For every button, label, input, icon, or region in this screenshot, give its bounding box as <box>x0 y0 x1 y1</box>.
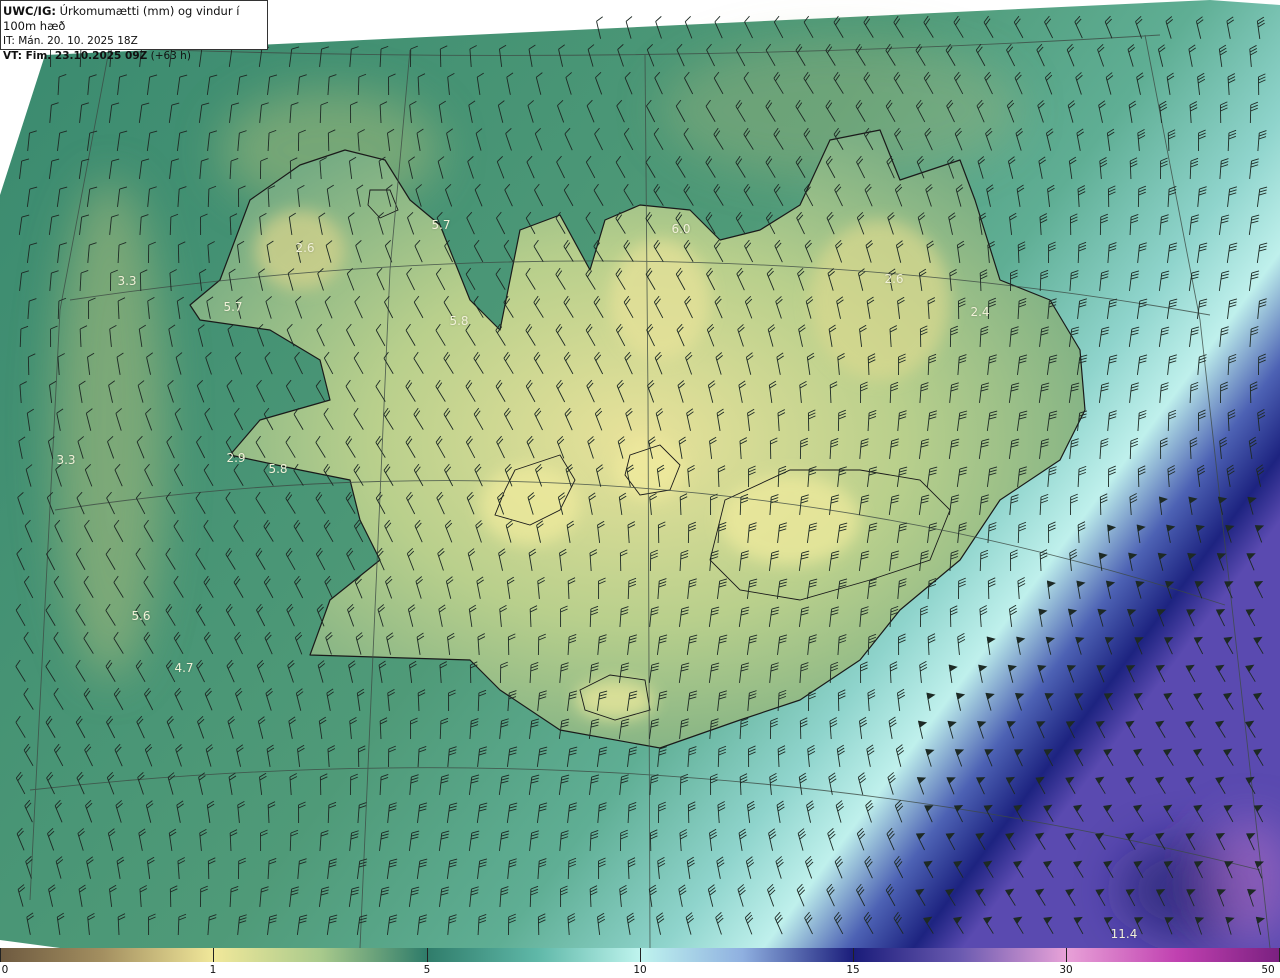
map-value-label: 6.0 <box>671 222 691 236</box>
map-value-label: 2.6 <box>295 241 315 255</box>
colorbar-tick: 0 <box>1 964 9 976</box>
map-value-label: 2.6 <box>884 272 904 286</box>
map-value-label: 4.7 <box>174 661 194 675</box>
map-value-label: 5.7 <box>223 300 243 314</box>
valid-time: VT: Fim. 23.10.2025 09Z (+63 h) <box>3 50 191 62</box>
colorbar-tick: 15 <box>846 964 860 976</box>
map-value-label: 5.6 <box>131 609 151 623</box>
colorbar-tick: 50 <box>1261 964 1275 976</box>
map-value-label: 3.3 <box>56 453 76 467</box>
map-info-box: UWC/IG: Úrkomumætti (mm) og vindur í 100… <box>0 0 268 62</box>
map-value-label: 2.9 <box>226 451 246 465</box>
map-value-label: 2.4 <box>970 305 990 319</box>
map-value-label: 11.4 <box>1110 927 1138 941</box>
colorbar-ticks: 0 1 5 10 15 30 50 <box>0 962 1280 978</box>
map-value-label: 5.8 <box>268 462 288 476</box>
map-value-label: 5.8 <box>449 314 469 328</box>
precipitable-water-map <box>0 0 1280 948</box>
init-time: IT: Mán. 20. 10. 2025 18Z <box>3 35 138 47</box>
colorbar-tick: 30 <box>1059 964 1073 976</box>
colorbar <box>0 948 1280 962</box>
colorbar-tick: 5 <box>423 964 431 976</box>
map-value-label: 5.7 <box>431 218 451 232</box>
map-title: UWC/IG: Úrkomumætti (mm) og vindur í 100… <box>3 4 240 33</box>
map-value-label: 3.3 <box>117 274 137 288</box>
colorbar-tick: 1 <box>209 964 217 976</box>
colorbar-tick: 10 <box>633 964 647 976</box>
